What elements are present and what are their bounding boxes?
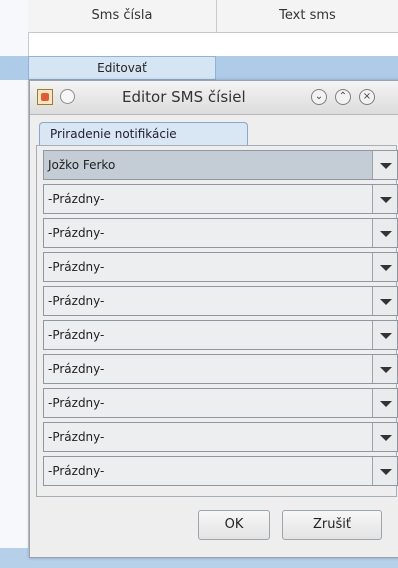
recipient-combo-10[interactable]: -Prázdny- [43,456,398,486]
dialog-title: Editor SMS čísiel [122,88,246,106]
sms-editor-dialog: Editor SMS čísiel ⌄ ⌃ × Priradenie notif… [29,80,398,558]
table-header: Sms čísla Text sms [28,0,398,33]
chevron-down-icon[interactable] [372,355,397,383]
column-header-text-sms[interactable]: Text sms [217,0,398,32]
chevron-down-icon[interactable] [372,423,397,451]
java-app-icon [37,89,53,105]
combo-value: -Prázdny- [48,226,105,240]
combo-value: -Prázdny- [48,464,105,478]
ok-button[interactable]: OK [198,510,270,540]
column-header-sms-numbers[interactable]: Sms čísla [28,0,217,32]
table-row[interactable] [0,32,398,57]
recipient-combo-3[interactable]: -Prázdny- [43,218,398,248]
edit-cell[interactable]: Editovať [28,56,216,80]
recipient-combo-6[interactable]: -Prázdny- [43,320,398,350]
cancel-button[interactable]: Zrušiť [282,510,382,540]
row-header-column [0,0,29,568]
combo-value: -Prázdny- [48,396,105,410]
recipient-combo-7[interactable]: -Prázdny- [43,354,398,384]
chevron-down-icon[interactable] [372,287,397,315]
chevron-down-icon[interactable] [372,389,397,417]
close-icon[interactable]: × [359,89,375,105]
recipient-combo-8[interactable]: -Prázdny- [43,388,398,418]
dialog-titlebar[interactable]: Editor SMS čísiel ⌄ ⌃ × [30,81,398,115]
combo-value: -Prázdny- [48,260,105,274]
combo-value: -Prázdny- [48,430,105,444]
combo-value: -Prázdny- [48,328,105,342]
window-menu-icon[interactable] [60,89,75,104]
chevron-down-icon[interactable] [372,151,397,179]
chevron-down-icon[interactable] [372,321,397,349]
recipient-combo-1[interactable]: Jožko Ferko [43,150,398,180]
combo-value: -Prázdny- [48,192,105,206]
recipient-combo-9[interactable]: -Prázdny- [43,422,398,452]
recipient-combo-4[interactable]: -Prázdny- [43,252,398,282]
maximize-icon[interactable]: ⌃ [335,89,351,105]
chevron-down-icon[interactable] [372,457,397,485]
chevron-down-icon[interactable] [372,253,397,281]
combo-value: -Prázdny- [48,362,105,376]
chevron-down-icon[interactable] [372,219,397,247]
tab-panel: Jožko Ferko -Prázdny- -Prázdny- -Prázdny… [36,145,398,497]
combo-value: Jožko Ferko [48,158,116,172]
tab-notification-assignment[interactable]: Priradenie notifikácie [39,122,248,146]
recipient-combo-2[interactable]: -Prázdny- [43,184,398,214]
combo-value: -Prázdny- [48,294,105,308]
minimize-icon[interactable]: ⌄ [311,89,327,105]
chevron-down-icon[interactable] [372,185,397,213]
recipient-combo-5[interactable]: -Prázdny- [43,286,398,316]
